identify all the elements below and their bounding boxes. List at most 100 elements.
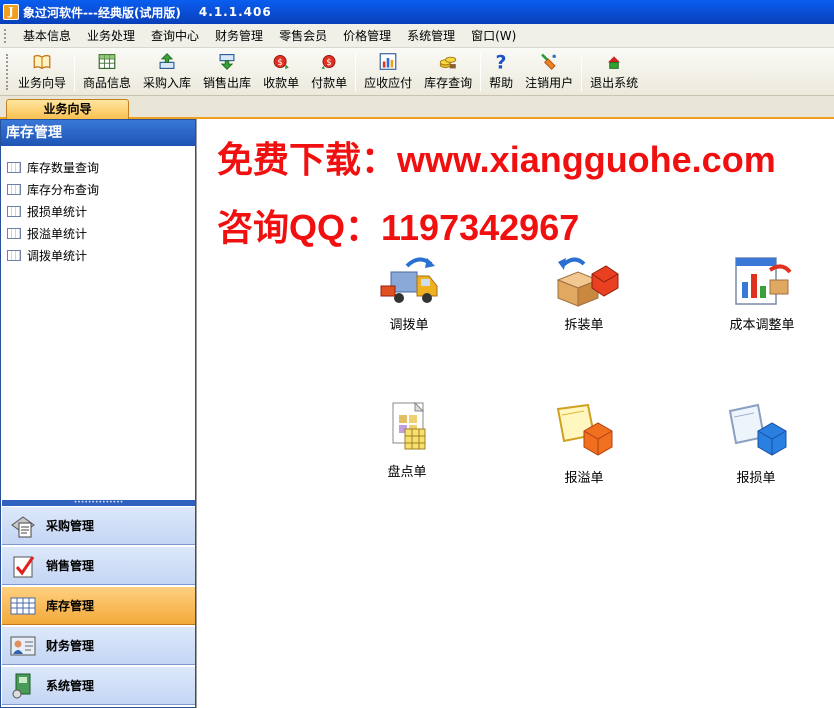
inventory-grid-icon — [10, 597, 36, 614]
sidebar-item-label: 报溢单统计 — [27, 226, 88, 241]
stocktake-icon — [392, 401, 426, 450]
group-sales-management[interactable]: 销售管理 — [2, 546, 195, 585]
table-icon — [7, 227, 21, 239]
function-loss-label: 报损单 — [736, 471, 776, 486]
promo-qq-text: 咨询QQ：1197342967 — [217, 207, 580, 248]
menu-business[interactable]: 业务处理 — [79, 26, 143, 46]
version-label: 4.1.1.406 — [198, 5, 272, 19]
sidebar-title: 库存管理 — [1, 120, 195, 146]
toolbar-ar-ap-label: 应收应付 — [364, 75, 413, 90]
sidebar-item-label: 调拨单统计 — [27, 248, 88, 263]
function-loss-order[interactable]: 报损单 — [701, 401, 811, 486]
tab-business-wizard[interactable]: 业务向导 — [6, 99, 129, 119]
svg-text:?: ? — [496, 52, 507, 71]
function-transfer-order[interactable]: 调拨单 — [354, 252, 464, 333]
toolbar-stock-query-label: 库存查询 — [424, 75, 473, 90]
svg-text:$: $ — [277, 57, 283, 67]
function-transfer-label: 调拨单 — [389, 318, 429, 333]
group-system-management[interactable]: 系统管理 — [2, 666, 195, 705]
book-icon — [33, 54, 51, 69]
function-cost-adjustment[interactable]: 成本调整单 — [707, 252, 817, 333]
app-logo-icon: J — [3, 4, 19, 20]
sidebar-item-label: 库存分布查询 — [27, 182, 100, 197]
toolbar-separator — [581, 52, 583, 91]
toolbar-logout-button[interactable]: 注销用户 — [519, 50, 579, 94]
group-inventory-management[interactable]: 库存管理 — [2, 586, 195, 625]
toolbar-purchase-in-label: 采购入库 — [143, 75, 192, 90]
truck-icon — [380, 257, 438, 303]
function-assembly-label: 拆装单 — [564, 318, 604, 333]
sidebar-item-stock-distribution[interactable]: 库存分布查询 — [1, 178, 195, 200]
toolbar-wizard-button[interactable]: 业务向导 — [12, 50, 72, 94]
menu-bar: 基本信息 业务处理 查询中心 财务管理 零售会员 价格管理 系统管理 窗口(W) — [0, 24, 834, 48]
group-sales-label: 销售管理 — [46, 559, 95, 573]
group-finance-label: 财务管理 — [46, 639, 95, 653]
inbox-up-icon — [159, 52, 175, 69]
function-overflow-order[interactable]: 报溢单 — [529, 401, 639, 486]
window-title: 象过河软件---经典版(试用版) — [23, 5, 181, 20]
menu-price[interactable]: 价格管理 — [335, 26, 399, 46]
receive-money-icon: $ — [273, 54, 289, 69]
exit-icon — [608, 55, 621, 69]
toolbar-ar-ap-button[interactable]: 应收应付 — [358, 50, 418, 94]
toolbar-receipt-button[interactable]: $ 收款单 — [257, 50, 305, 94]
title-bar: J 象过河软件---经典版(试用版) 4.1.1.406 — [0, 0, 834, 24]
toolbar-product-label: 商品信息 — [83, 75, 132, 90]
tab-strip: 业务向导 — [0, 96, 834, 119]
function-overflow-label: 报溢单 — [564, 471, 604, 486]
outbox-down-icon — [219, 53, 235, 70]
toolbar-grip — [6, 53, 9, 90]
table-icon — [7, 205, 21, 217]
toolbar-sales-out-button[interactable]: 销售出库 — [197, 50, 257, 94]
toolbar-purchase-in-button[interactable]: 采购入库 — [137, 50, 197, 94]
sidebar-nav-list: 库存数量查询 库存分布查询 报损单统计 报溢单统计 调拨单统计 — [1, 146, 195, 266]
menu-window[interactable]: 窗口(W) — [463, 26, 524, 46]
loss-box-icon — [728, 403, 787, 456]
sidebar-item-label: 报损单统计 — [27, 204, 88, 219]
toolbar-separator — [355, 52, 357, 91]
boxes-icon — [556, 257, 619, 307]
logout-user-icon — [541, 53, 557, 70]
pay-money-icon: $ — [321, 54, 336, 69]
toolbar-sales-out-label: 销售出库 — [203, 75, 252, 90]
system-icon — [12, 673, 31, 698]
table-icon — [7, 161, 21, 173]
menu-retail-member[interactable]: 零售会员 — [271, 26, 335, 46]
function-cost-adjust-label: 成本调整单 — [729, 318, 795, 333]
toolbar-help-button[interactable]: ? 帮助 — [483, 50, 519, 94]
purchase-icon — [11, 515, 35, 537]
group-inventory-label: 库存管理 — [46, 599, 95, 613]
toolbar-payment-label: 付款单 — [311, 75, 348, 90]
toolbar-wizard-label: 业务向导 — [18, 75, 67, 90]
function-stocktake-order[interactable]: 盘点单 — [352, 399, 462, 480]
sidebar-item-overflow-stats[interactable]: 报溢单统计 — [1, 222, 195, 244]
svg-text:$: $ — [326, 57, 332, 67]
menu-system[interactable]: 系统管理 — [399, 26, 463, 46]
toolbar-separator — [74, 52, 76, 91]
toolbar-logout-label: 注销用户 — [525, 75, 574, 90]
overflow-box-icon — [556, 403, 613, 456]
sidebar-item-stock-quantity[interactable]: 库存数量查询 — [1, 156, 195, 178]
sales-check-icon — [13, 555, 35, 577]
toolbar-product-button[interactable]: 商品信息 — [77, 50, 137, 94]
toolbar-help-label: 帮助 — [489, 75, 514, 90]
sidebar-item-label: 库存数量查询 — [27, 160, 100, 175]
menu-basic-info[interactable]: 基本信息 — [15, 26, 79, 46]
function-assembly-order[interactable]: 拆装单 — [529, 252, 639, 333]
chart-icon — [379, 52, 397, 70]
toolbar-exit-button[interactable]: 退出系统 — [584, 50, 644, 94]
menu-query[interactable]: 查询中心 — [143, 26, 207, 46]
toolbar-payment-button[interactable]: $ 付款单 — [305, 50, 353, 94]
function-stocktake-label: 盘点单 — [387, 465, 427, 480]
main-content: 免费下载：www.xiangguohe.com 咨询QQ：1197342967 … — [196, 119, 834, 708]
toolbar-stock-query-button[interactable]: 库存查询 — [418, 50, 478, 94]
app-window: J 象过河软件---经典版(试用版) 4.1.1.406 基本信息 业务处理 查… — [0, 0, 834, 708]
menu-finance[interactable]: 财务管理 — [207, 26, 271, 46]
group-purchase-label: 采购管理 — [46, 519, 95, 533]
toolbar-receipt-label: 收款单 — [263, 75, 300, 90]
sidebar-item-transfer-stats[interactable]: 调拨单统计 — [1, 244, 195, 266]
sidebar-item-loss-stats[interactable]: 报损单统计 — [1, 200, 195, 222]
group-finance-management[interactable]: 财务管理 — [2, 626, 195, 665]
group-purchase-management[interactable]: 采购管理 — [2, 506, 195, 545]
menu-grip — [4, 28, 7, 43]
